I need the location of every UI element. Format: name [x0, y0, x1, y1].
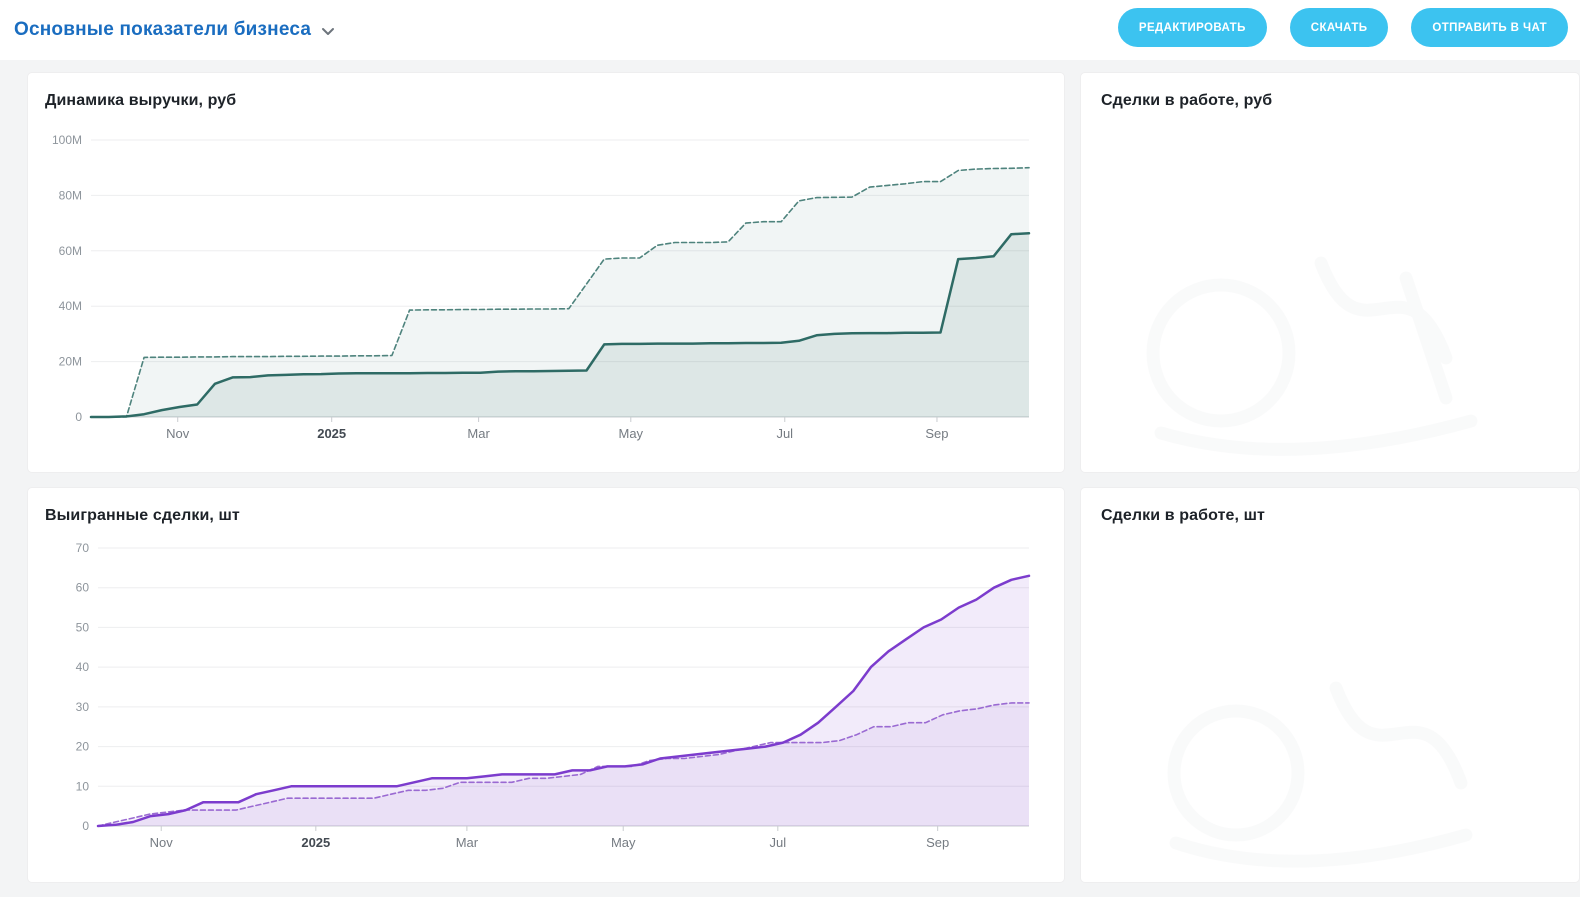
panel-title: Выигранные сделки, шт — [45, 507, 240, 525]
svg-text:40M: 40M — [59, 299, 82, 313]
edit-button[interactable]: РЕДАКТИРОВАТЬ — [1118, 8, 1267, 47]
panel-deals-in-progress-count: Сделки в работе, шт — [1080, 487, 1580, 883]
svg-text:100M: 100M — [52, 133, 82, 147]
panel-title: Сделки в работе, руб — [1101, 92, 1272, 110]
dashboard-page: Основные показатели бизнеса РЕДАКТИРОВАТ… — [0, 0, 1580, 897]
svg-text:Sep: Sep — [925, 426, 948, 441]
dashboard-selector[interactable]: Основные показатели бизнеса — [14, 0, 335, 60]
svg-text:0: 0 — [75, 410, 82, 424]
svg-text:80M: 80M — [59, 188, 82, 202]
svg-text:May: May — [611, 835, 636, 850]
top-bar: Основные показатели бизнеса РЕДАКТИРОВАТ… — [0, 0, 1580, 60]
svg-text:30: 30 — [76, 700, 90, 714]
won-deals-chart[interactable]: 0 10 20 30 40 50 60 70 Nov 2025 Mar May Jul Sep — [28, 488, 1064, 882]
svg-text:2025: 2025 — [301, 835, 330, 850]
empty-state-watermark — [1106, 633, 1536, 878]
svg-text:Sep: Sep — [926, 835, 949, 850]
panel-title: Динамика выручки, руб — [45, 92, 236, 110]
svg-text:Jul: Jul — [776, 426, 793, 441]
revenue-dynamics-chart[interactable]: 0 20M 40M 60M 80M 100M Nov 2025 Mar May Jul Sep — [28, 73, 1064, 472]
svg-text:Nov: Nov — [166, 426, 190, 441]
svg-text:20M: 20M — [59, 355, 82, 369]
panel-title: Сделки в работе, шт — [1101, 507, 1265, 525]
svg-text:0: 0 — [82, 819, 89, 833]
svg-text:2025: 2025 — [317, 426, 346, 441]
header-actions: РЕДАКТИРОВАТЬ СКАЧАТЬ ОТПРАВИТЬ В ЧАТ — [1118, 8, 1568, 47]
svg-text:Nov: Nov — [150, 835, 174, 850]
download-button[interactable]: СКАЧАТЬ — [1290, 8, 1389, 47]
svg-text:60M: 60M — [59, 244, 82, 258]
svg-text:10: 10 — [76, 779, 90, 793]
svg-text:50: 50 — [76, 620, 90, 634]
panel-deals-in-progress-rub: Сделки в работе, руб — [1080, 72, 1580, 473]
panel-revenue-dynamics: 0 20M 40M 60M 80M 100M Nov 2025 Mar May Jul Sep Дин… — [27, 72, 1065, 473]
svg-text:20: 20 — [76, 740, 90, 754]
page-title[interactable]: Основные показатели бизнеса — [14, 19, 311, 41]
chevron-down-icon[interactable] — [321, 27, 335, 36]
svg-text:May: May — [619, 426, 644, 441]
svg-text:Mar: Mar — [467, 426, 490, 441]
svg-text:70: 70 — [76, 541, 90, 555]
panel-won-deals: 0 10 20 30 40 50 60 70 Nov 2025 Mar May Jul Sep Выигр… — [27, 487, 1065, 883]
svg-text:Jul: Jul — [769, 835, 786, 850]
svg-text:40: 40 — [76, 660, 90, 674]
empty-state-watermark — [1106, 218, 1536, 463]
svg-text:60: 60 — [76, 581, 90, 595]
svg-text:Mar: Mar — [456, 835, 479, 850]
send-to-chat-button[interactable]: ОТПРАВИТЬ В ЧАТ — [1411, 8, 1568, 47]
